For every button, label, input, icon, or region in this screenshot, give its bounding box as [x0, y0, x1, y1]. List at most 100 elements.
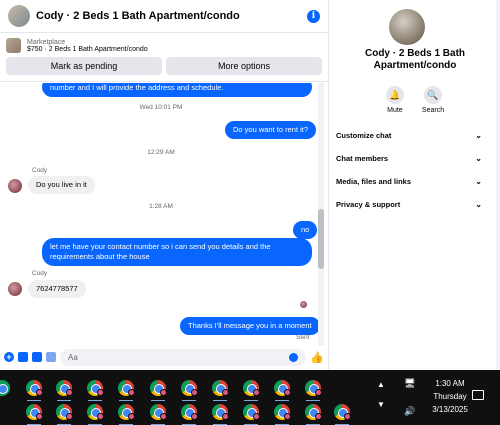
- profile-badge-icon: [128, 389, 135, 396]
- sender-name: Cody: [32, 270, 48, 277]
- details-panel: Cody · 2 Beds 1 Bath Apartment/condo 🔔 M…: [330, 0, 500, 370]
- running-indicator: [57, 400, 71, 401]
- timestamp: 1:28 AM: [149, 203, 173, 210]
- marketplace-listing[interactable]: Marketplace $750 · 2 Beds 1 Bath Apartme…: [6, 38, 322, 53]
- profile-badge-icon: [253, 413, 260, 420]
- chat-panel: Cody · 2 Beds 1 Bath Apartment/condo i M…: [0, 0, 329, 370]
- message-bubble-outgoing[interactable]: let me have your contact number so i can…: [42, 238, 312, 266]
- clock[interactable]: 1:30 AM Thursday 3/13/2025: [420, 377, 480, 416]
- sticker-icon[interactable]: [32, 352, 42, 362]
- delivery-status: Sent: [296, 334, 310, 341]
- profile-badge-icon: [222, 389, 229, 396]
- clock-time: 1:30 AM: [435, 379, 465, 388]
- scroll-down-icon[interactable]: ▼: [377, 400, 385, 409]
- clock-day: Thursday: [433, 392, 467, 401]
- chat-title[interactable]: Cody · 2 Beds 1 Bath Apartment/condo: [36, 10, 307, 22]
- contact-name: Cody · 2 Beds 1 Bath Apartment/condo: [364, 48, 466, 71]
- scrollbar-thumb[interactable]: [318, 209, 324, 269]
- chevron-down-icon: ⌄: [475, 154, 482, 163]
- add-icon[interactable]: +: [4, 352, 14, 362]
- listing-thumbnail: [6, 38, 21, 53]
- avatar[interactable]: [389, 9, 425, 45]
- message-bubble-incoming[interactable]: Do you live in it: [28, 176, 95, 194]
- search-label: Search: [421, 107, 445, 114]
- section-label: Privacy & support: [336, 200, 401, 209]
- avatar[interactable]: [8, 282, 22, 296]
- scrollbar[interactable]: [318, 83, 324, 345]
- section-customize-chat[interactable]: Customize chat ⌄: [330, 124, 500, 147]
- message-bubble-outgoing[interactable]: Do you want to rent it?: [225, 121, 317, 139]
- profile-badge-icon: [315, 389, 322, 396]
- running-indicator: [88, 400, 102, 401]
- thumbs-up-icon[interactable]: 👍: [310, 351, 324, 364]
- taskbar-apps: [0, 372, 372, 425]
- info-icon[interactable]: i: [307, 9, 320, 23]
- profile-badge-icon: [284, 389, 291, 396]
- mark-pending-button[interactable]: Mark as pending: [6, 57, 162, 75]
- chat-header: Cody · 2 Beds 1 Bath Apartment/condo i: [0, 0, 328, 33]
- network-icon[interactable]: 🖥: [404, 378, 415, 389]
- message-bubble-outgoing[interactable]: number and I will provide the address an…: [42, 83, 312, 97]
- whatsapp-icon[interactable]: [0, 380, 10, 396]
- section-label: Chat members: [336, 154, 389, 163]
- profile-badge-icon: [253, 389, 260, 396]
- profile-badge-icon: [191, 413, 198, 420]
- profile-badge-icon: [66, 389, 73, 396]
- running-indicator: [244, 400, 258, 401]
- scroll-up-icon[interactable]: ▲: [377, 380, 385, 389]
- profile-badge-icon: [160, 413, 167, 420]
- message-list: number and I will provide the address an…: [0, 83, 322, 345]
- message-input[interactable]: Aa: [60, 348, 307, 366]
- running-indicator: [275, 400, 289, 401]
- listing-title: $750 · 2 Beds 1 Bath Apartment/condo: [27, 45, 148, 53]
- profile-badge-icon: [36, 389, 43, 396]
- chevron-down-icon: ⌄: [475, 200, 482, 209]
- search-button[interactable]: 🔍 Search: [422, 86, 444, 114]
- gif-icon[interactable]: [46, 352, 56, 362]
- message-bubble-outgoing[interactable]: Thanks I'll message you in a moment: [180, 317, 320, 335]
- profile-badge-icon: [222, 413, 229, 420]
- avatar[interactable]: [8, 5, 30, 27]
- notification-icon[interactable]: [472, 390, 484, 400]
- profile-badge-icon: [160, 389, 167, 396]
- chevron-down-icon: ⌄: [475, 177, 482, 186]
- avatar[interactable]: [8, 179, 22, 193]
- profile-badge-icon: [315, 413, 322, 420]
- profile-badge-icon: [344, 413, 351, 420]
- more-options-button[interactable]: More options: [166, 57, 322, 75]
- marketplace-bar: Marketplace $750 · 2 Beds 1 Bath Apartme…: [0, 34, 328, 82]
- message-bubble-outgoing[interactable]: no: [293, 221, 318, 239]
- profile-badge-icon: [66, 413, 73, 420]
- profile-badge-icon: [97, 413, 104, 420]
- running-indicator: [27, 400, 41, 401]
- search-icon: 🔍: [424, 86, 442, 104]
- seen-indicator-avatar: [300, 301, 307, 308]
- marketplace-label: Marketplace: [27, 38, 66, 46]
- clock-date: 3/13/2025: [432, 405, 468, 414]
- profile-badge-icon: [128, 413, 135, 420]
- emoji-icon[interactable]: [289, 352, 299, 362]
- window-scrollbar[interactable]: [496, 0, 500, 370]
- profile-badge-icon: [284, 413, 291, 420]
- composer: + Aa 👍: [0, 345, 328, 369]
- section-chat-members[interactable]: Chat members ⌄: [330, 147, 500, 170]
- volume-icon[interactable]: 🔊: [404, 406, 415, 417]
- chevron-down-icon: ⌄: [475, 131, 482, 140]
- running-indicator: [182, 400, 196, 401]
- camera-icon[interactable]: [18, 352, 28, 362]
- running-indicator: [151, 400, 165, 401]
- section-label: Customize chat: [336, 131, 392, 140]
- sender-name: Cody: [32, 167, 48, 174]
- mute-label: Mute: [387, 107, 403, 114]
- section-media-files-links[interactable]: Media, files and links ⌄: [330, 170, 500, 193]
- profile-badge-icon: [191, 389, 198, 396]
- message-input-placeholder: Aa: [68, 352, 78, 362]
- section-privacy-support[interactable]: Privacy & support ⌄: [330, 193, 500, 216]
- running-indicator: [213, 400, 227, 401]
- message-bubble-incoming[interactable]: 7624778577: [28, 280, 86, 298]
- profile-badge-icon: [36, 413, 43, 420]
- mute-button[interactable]: 🔔 Mute: [385, 86, 404, 114]
- running-indicator: [119, 400, 133, 401]
- bell-icon: 🔔: [385, 86, 404, 104]
- timestamp: 12:29 AM: [147, 149, 175, 156]
